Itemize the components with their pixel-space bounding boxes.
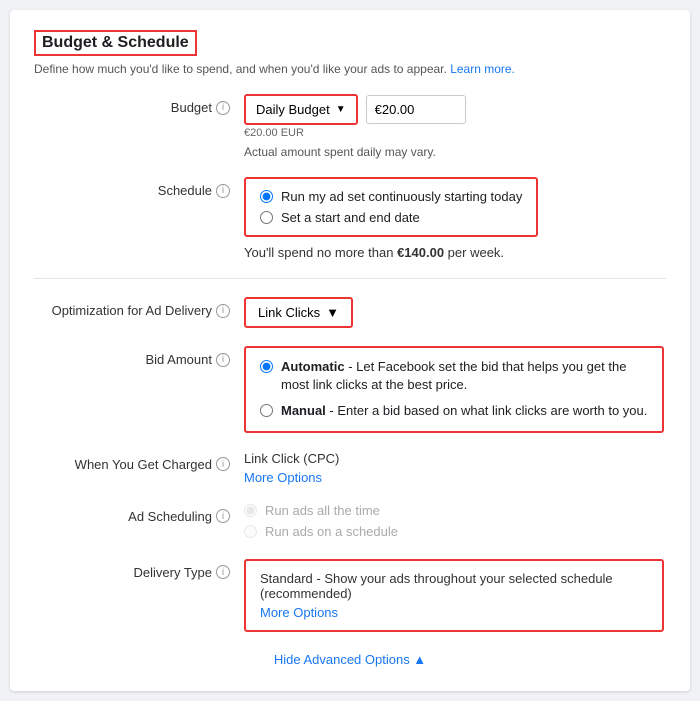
section-title: Budget & Schedule — [34, 30, 197, 56]
weekly-note: You'll spend no more than €140.00 per we… — [244, 245, 666, 260]
schedule-info-icon[interactable]: i — [216, 184, 230, 198]
optimization-info-icon[interactable]: i — [216, 304, 230, 318]
schedule-option2-radio[interactable] — [260, 211, 273, 224]
bid-manual-radio[interactable] — [260, 404, 273, 417]
ad-scheduling-row: Ad Scheduling i Run ads all the time Run… — [34, 503, 666, 541]
hide-advanced-link[interactable]: Hide Advanced Options ▲ — [274, 652, 426, 667]
scheduling-option2-label: Run ads on a schedule — [265, 524, 398, 539]
schedule-box: Run my ad set continuously starting toda… — [244, 177, 538, 237]
ad-scheduling-content: Run ads all the time Run ads on a schedu… — [244, 503, 666, 541]
schedule-content: Run my ad set continuously starting toda… — [244, 177, 666, 260]
budget-content: Daily Budget ▼ €20.00 EUR Actual amount … — [244, 94, 666, 159]
schedule-option1-label: Run my ad set continuously starting toda… — [281, 189, 522, 204]
dropdown-arrow-icon: ▼ — [336, 104, 346, 115]
optimization-content: Link Clicks ▼ — [244, 297, 666, 328]
when-charged-more-options[interactable]: More Options — [244, 470, 666, 485]
delivery-more-options[interactable]: More Options — [260, 605, 648, 620]
budget-info-icon[interactable]: i — [216, 101, 230, 115]
optimization-dropdown[interactable]: Link Clicks ▼ — [244, 297, 353, 328]
charge-type: Link Click (CPC) — [244, 451, 666, 466]
subtitle: Define how much you'd like to spend, and… — [34, 62, 666, 76]
schedule-label: Schedule i — [34, 177, 244, 198]
bid-box: Automatic - Let Facebook set the bid tha… — [244, 346, 664, 433]
bid-manual-text: Manual - Enter a bid based on what link … — [281, 402, 647, 420]
delivery-box: Standard - Show your ads throughout your… — [244, 559, 664, 632]
schedule-option2-row: Set a start and end date — [260, 210, 522, 225]
scheduling-box: Run ads all the time Run ads on a schedu… — [244, 503, 398, 539]
delivery-type-label: Delivery Type i — [34, 559, 244, 580]
scheduling-option1-radio — [244, 504, 257, 517]
scheduling-option2-radio — [244, 525, 257, 538]
bid-amount-content: Automatic - Let Facebook set the bid tha… — [244, 346, 666, 433]
scheduling-option2-row: Run ads on a schedule — [244, 524, 398, 539]
schedule-option2-label: Set a start and end date — [281, 210, 420, 225]
bid-automatic-text: Automatic - Let Facebook set the bid tha… — [281, 358, 648, 394]
delivery-type-info-icon[interactable]: i — [216, 565, 230, 579]
when-charged-row: When You Get Charged i Link Click (CPC) … — [34, 451, 666, 485]
when-charged-info-icon[interactable]: i — [216, 457, 230, 471]
bid-automatic-radio[interactable] — [260, 360, 273, 373]
ad-scheduling-label: Ad Scheduling i — [34, 503, 244, 524]
delivery-type-content: Standard - Show your ads throughout your… — [244, 559, 666, 632]
bid-manual-row: Manual - Enter a bid based on what link … — [260, 402, 648, 420]
delivery-description: Standard - Show your ads throughout your… — [260, 571, 648, 601]
ad-scheduling-info-icon[interactable]: i — [216, 509, 230, 523]
learn-more-link[interactable]: Learn more. — [450, 62, 515, 76]
budget-row: Budget i Daily Budget ▼ €20.00 EUR Actua… — [34, 94, 666, 159]
budget-label: Budget i — [34, 94, 244, 115]
budget-amount-input[interactable] — [366, 95, 466, 124]
bid-amount-row: Bid Amount i Automatic - Let Facebook se… — [34, 346, 666, 433]
schedule-option1-row: Run my ad set continuously starting toda… — [260, 189, 522, 204]
schedule-option1-radio[interactable] — [260, 190, 273, 203]
bid-automatic-row: Automatic - Let Facebook set the bid tha… — [260, 358, 648, 394]
schedule-row: Schedule i Run my ad set continuously st… — [34, 177, 666, 260]
delivery-type-row: Delivery Type i Standard - Show your ads… — [34, 559, 666, 632]
scheduling-option1-label: Run ads all the time — [265, 503, 380, 518]
when-charged-content: Link Click (CPC) More Options — [244, 451, 666, 485]
budget-schedule-card: Budget & Schedule Define how much you'd … — [10, 10, 690, 691]
budget-inputs: Daily Budget ▼ — [244, 94, 666, 125]
hide-advanced: Hide Advanced Options ▲ — [34, 652, 666, 667]
optimization-label: Optimization for Ad Delivery i — [34, 297, 244, 318]
when-charged-label: When You Get Charged i — [34, 451, 244, 472]
bid-amount-label: Bid Amount i — [34, 346, 244, 367]
divider1 — [34, 278, 666, 279]
eur-label: €20.00 EUR — [244, 127, 666, 139]
scheduling-option1-row: Run ads all the time — [244, 503, 398, 518]
optimization-dropdown-arrow-icon: ▼ — [326, 305, 339, 320]
optimization-row: Optimization for Ad Delivery i Link Clic… — [34, 297, 666, 328]
bid-amount-info-icon[interactable]: i — [216, 353, 230, 367]
budget-dropdown[interactable]: Daily Budget ▼ — [244, 94, 358, 125]
vary-note: Actual amount spent daily may vary. — [244, 145, 666, 159]
